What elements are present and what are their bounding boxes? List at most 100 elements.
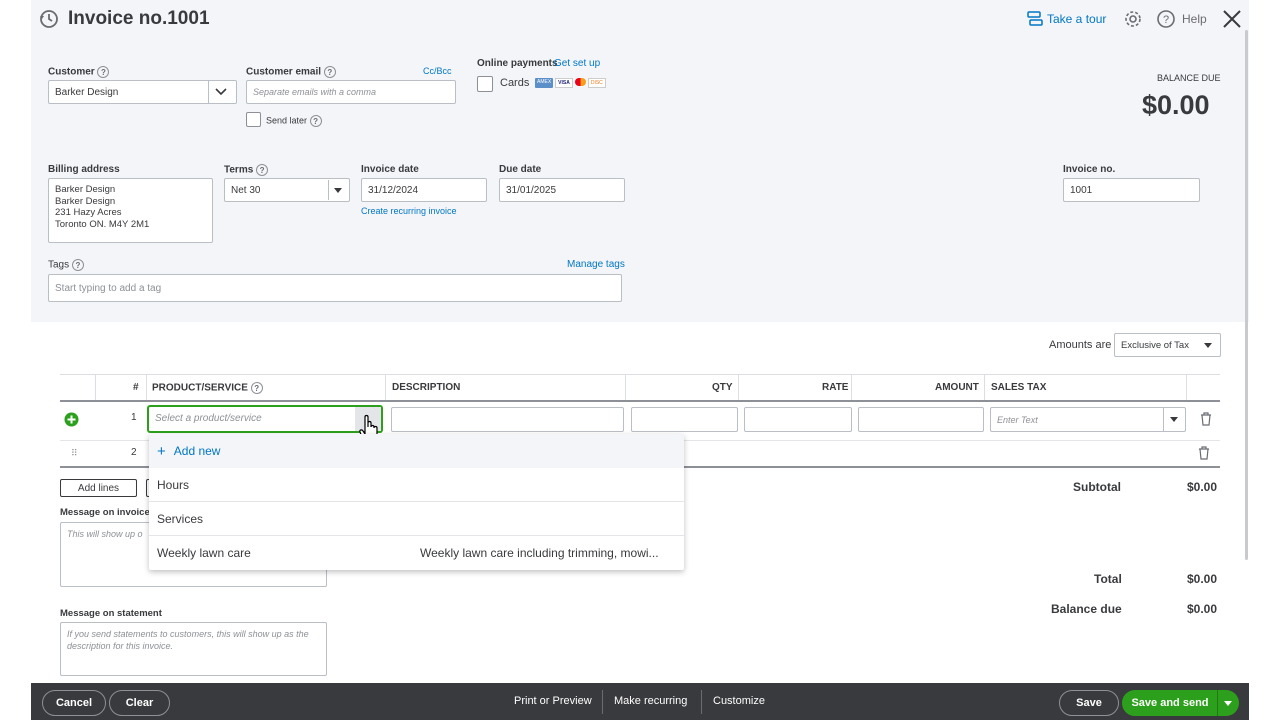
column-divider <box>851 374 852 400</box>
invoice-date-input[interactable]: 31/12/2024 <box>361 178 487 202</box>
dropdown-item-label: Weekly lawn care <box>157 546 251 560</box>
caret-down-icon[interactable] <box>1170 417 1178 422</box>
save-button[interactable]: Save <box>1059 690 1119 716</box>
tags-placeholder: Start typing to add a tag <box>55 282 162 294</box>
customer-email-input[interactable]: Separate emails with a comma <box>246 80 456 104</box>
customer-label: Customer ? <box>48 66 110 78</box>
trash-icon[interactable] <box>1200 412 1212 426</box>
trash-icon[interactable] <box>1198 446 1210 460</box>
cancel-button[interactable]: Cancel <box>42 690 106 716</box>
send-later-checkbox[interactable] <box>246 112 261 127</box>
column-divider <box>625 374 626 400</box>
terms-label: Terms ? <box>224 164 269 176</box>
caret-down-icon[interactable] <box>1204 343 1212 348</box>
balance-due-total-label: Balance due <box>1051 602 1122 616</box>
subtotal-value: $0.00 <box>1187 480 1218 494</box>
product-select[interactable]: Select a product/service <box>148 406 382 432</box>
tags-input[interactable]: Start typing to add a tag <box>48 274 622 302</box>
add-lines-button[interactable]: Add lines <box>60 479 137 497</box>
recent-history-icon[interactable] <box>38 8 60 30</box>
svg-text:?: ? <box>1163 14 1169 26</box>
amounts-value: Exclusive of Tax <box>1121 339 1189 351</box>
get-set-up-link[interactable]: Get set up <box>554 58 600 69</box>
message-statement-textarea[interactable]: If you send statements to customers, thi… <box>60 622 327 676</box>
balance-due-total-value: $0.00 <box>1187 602 1218 616</box>
amex-icon: AMEX <box>535 78 554 88</box>
column-divider <box>984 374 985 400</box>
message-statement-label: Message on statement <box>60 608 162 619</box>
message-invoice-placeholder: This will show up o <box>67 529 143 539</box>
tax-placeholder: Enter Text <box>997 415 1038 425</box>
scrollbar-thumb[interactable] <box>1245 30 1248 560</box>
add-new-option[interactable]: + Add new <box>149 434 684 468</box>
help-circle-icon[interactable]: ? <box>323 66 336 78</box>
message-invoice-label: Message on invoice <box>60 507 150 518</box>
chevron-down-icon[interactable] <box>214 86 228 98</box>
mastercard-icon <box>574 78 586 86</box>
dropdown-item-label: Services <box>157 511 204 526</box>
invoice-no-input[interactable]: 1001 <box>1063 178 1200 202</box>
help-circle-icon[interactable]: ? <box>256 164 269 176</box>
create-recurring-link[interactable]: Create recurring invoice <box>361 206 457 216</box>
cc-bcc-link[interactable]: Cc/Bcc <box>423 66 452 76</box>
discover-icon: DISC <box>587 78 606 88</box>
help-circle-icon[interactable]: ? <box>250 382 263 394</box>
billing-address-textarea[interactable]: Barker Design Barker Design 231 Hazy Acr… <box>48 178 213 243</box>
balance-due-label: BALANCE DUE <box>1157 73 1221 83</box>
card-icons: AMEX VISA DISC <box>535 78 606 88</box>
terms-select[interactable]: Net 30 <box>224 178 350 202</box>
clear-button[interactable]: Clear <box>109 690 170 716</box>
invoice-date-label: Invoice date <box>361 164 419 175</box>
header-bottom-border <box>60 400 1220 402</box>
qty-input[interactable] <box>631 407 738 432</box>
help-circle-icon[interactable]: ? <box>71 259 84 271</box>
dropdown-item-services[interactable]: Services <box>149 502 684 536</box>
take-tour-link[interactable]: Take a tour <box>1047 12 1106 26</box>
rate-input[interactable] <box>744 407 852 432</box>
visa-icon: VISA <box>555 78 573 88</box>
save-and-send-button[interactable]: Save and send <box>1122 690 1218 716</box>
tour-icon[interactable] <box>1026 10 1044 28</box>
dropdown-item-description: Weekly lawn care including trimming, mow… <box>420 546 659 560</box>
customize-link[interactable]: Customize <box>713 695 765 707</box>
caret-down-icon[interactable] <box>1224 701 1232 706</box>
manage-tags-link[interactable]: Manage tags <box>567 259 625 270</box>
caret-down-icon[interactable] <box>334 188 342 193</box>
column-divider <box>146 374 147 400</box>
divider <box>208 80 209 104</box>
total-value: $0.00 <box>1187 572 1218 586</box>
amount-input[interactable] <box>858 407 984 432</box>
total-label: Total <box>1094 572 1122 586</box>
description-input[interactable] <box>391 407 624 432</box>
col-qty-header: QTY <box>712 382 733 393</box>
product-dropdown-menu: + Add new Hours Services Weekly lawn car… <box>149 434 684 570</box>
customer-value: Barker Design <box>55 86 119 98</box>
help-circle-icon[interactable]: ? <box>97 66 110 78</box>
divider <box>701 690 702 714</box>
close-icon[interactable] <box>1221 8 1243 30</box>
due-date-input[interactable]: 31/01/2025 <box>499 178 625 202</box>
dropdown-item-label: Hours <box>157 477 190 492</box>
dropdown-item-weekly-lawn-care[interactable]: Weekly lawn care Weekly lawn care includ… <box>149 536 684 570</box>
column-divider <box>95 374 96 400</box>
print-preview-link[interactable]: Print or Preview <box>514 695 592 707</box>
row-number: 2 <box>131 447 137 458</box>
amounts-are-label: Amounts are <box>1049 339 1112 351</box>
email-placeholder: Separate emails with a comma <box>253 87 377 97</box>
column-divider <box>738 374 739 400</box>
drag-handle-icon[interactable]: ⠿ <box>71 448 78 459</box>
billing-address-label: Billing address <box>48 164 120 175</box>
help-circle-icon[interactable]: ? <box>309 115 322 127</box>
add-line-icon[interactable] <box>64 412 79 427</box>
help-link[interactable]: Help <box>1182 12 1207 26</box>
cards-label: Cards <box>500 77 530 89</box>
sales-tax-select[interactable]: Enter Text <box>990 407 1186 432</box>
terms-value: Net 30 <box>231 184 261 196</box>
help-icon[interactable]: ? <box>1156 9 1176 29</box>
dropdown-item-hours[interactable]: Hours <box>149 468 684 502</box>
gear-icon[interactable] <box>1123 9 1143 29</box>
due-date-label: Due date <box>499 164 542 175</box>
billing-line: Barker Design <box>55 184 116 195</box>
cards-checkbox[interactable] <box>477 76 493 92</box>
make-recurring-link[interactable]: Make recurring <box>614 695 687 707</box>
